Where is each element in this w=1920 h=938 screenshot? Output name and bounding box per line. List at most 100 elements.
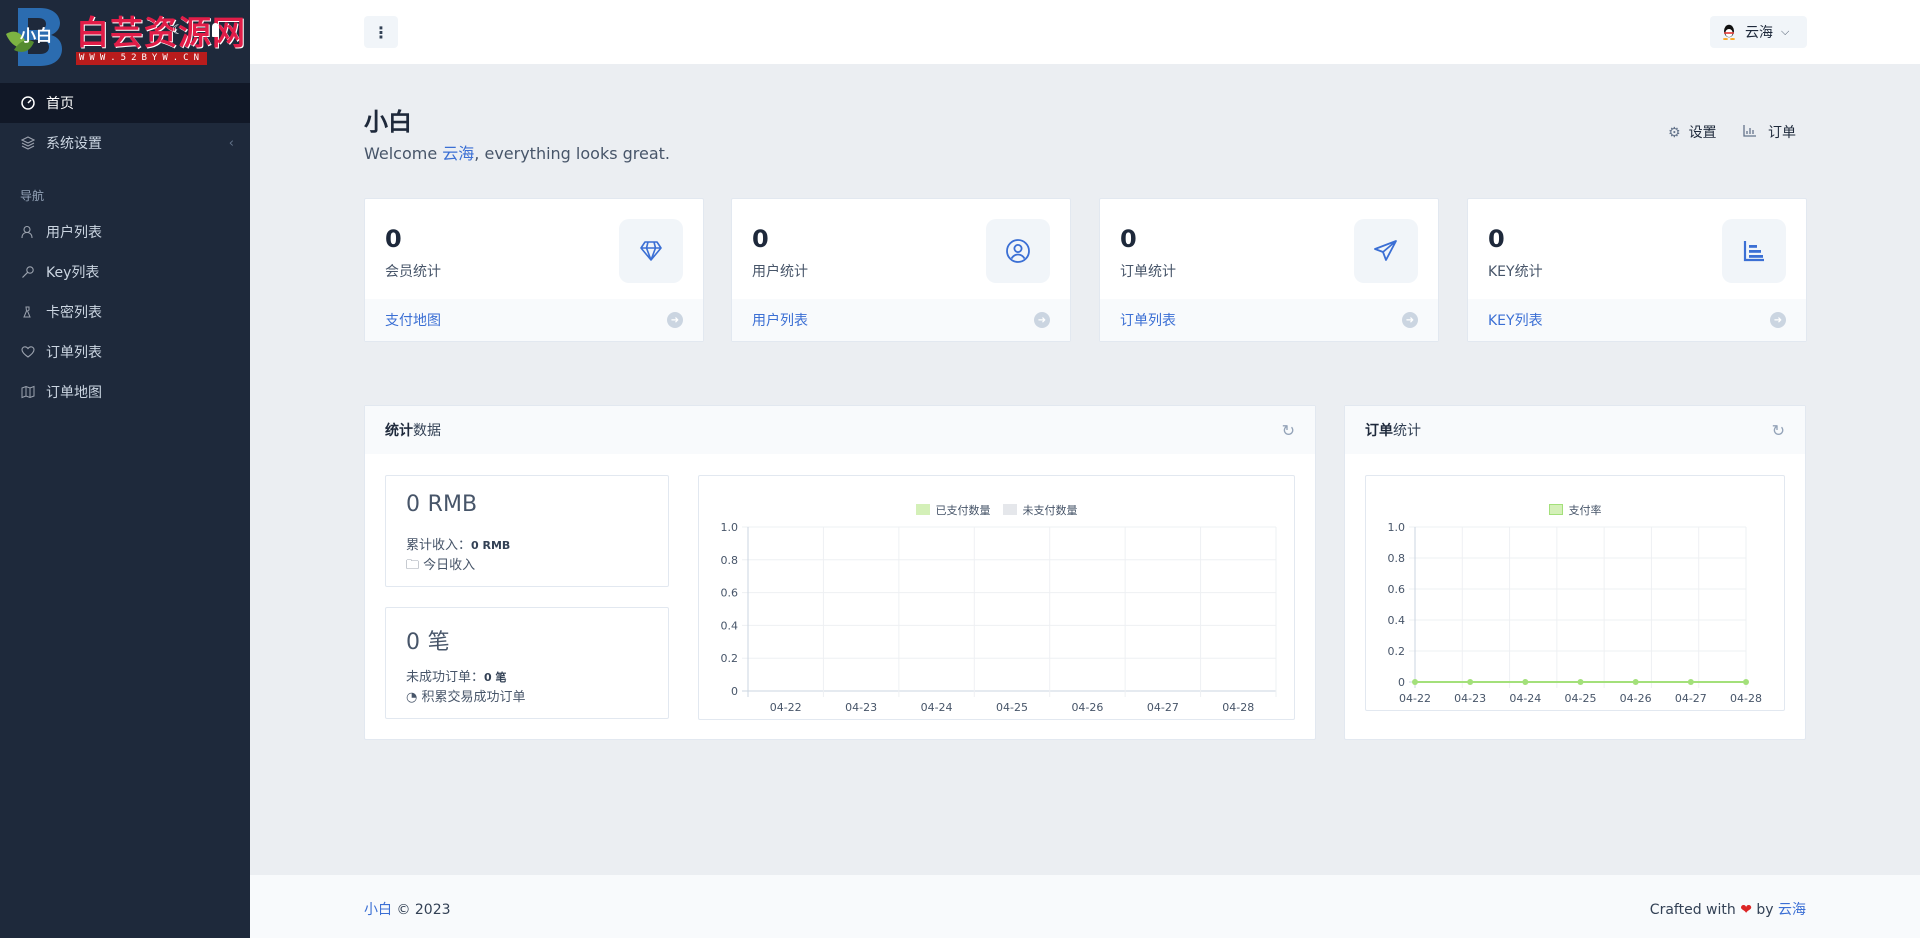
orders-label: 订单 (1768, 125, 1797, 141)
panel-statistics: 统计数据 ↻ 0 RMB 累计收入：0 RMB 🗀 今日收入 0 笔 未成功订单… (364, 405, 1316, 740)
settings-label: 设置 (1688, 125, 1717, 141)
heart-icon (20, 344, 36, 360)
stat-card-keys: 0 KEY统计 KEY列表 ➜ (1467, 198, 1807, 342)
orders-failed-value: 0 笔 (484, 671, 507, 684)
refresh-icon[interactable]: ↻ (1282, 421, 1295, 440)
footer-crafted-text: Crafted with (1649, 902, 1741, 918)
sidebar-item-system-settings[interactable]: 系统设置 ‹ (0, 123, 250, 163)
sidebar-item-orders[interactable]: 订单列表 (0, 332, 250, 372)
sidebar-item-cards[interactable]: 卡密列表 (0, 292, 250, 332)
stat-footer[interactable]: 订单列表 ➜ (1100, 299, 1438, 341)
sidebar-item-label: 订单地图 (46, 385, 102, 401)
x-tick-label: 04-24 (1509, 692, 1541, 705)
orders-failed-label: 未成功订单： (406, 670, 485, 685)
panel-header: 订单统计 ↻ (1345, 406, 1805, 454)
stat-link[interactable]: 用户列表 (752, 310, 808, 330)
menu-toggle-button[interactable]: ⋮ (364, 16, 398, 48)
welcome-user-link[interactable]: 云海 (442, 144, 474, 163)
x-tick-label: 04-23 (1454, 692, 1486, 705)
y-tick-label: 0.2 (721, 652, 739, 665)
stat-link[interactable]: 订单列表 (1120, 310, 1176, 330)
y-tick-label: 0.6 (1388, 583, 1406, 596)
hero-actions: ⚙ 设置 订单 (1668, 122, 1796, 142)
stat-label: 订单统计 (1120, 264, 1176, 280)
refresh-icon[interactable]: ↻ (1772, 421, 1785, 440)
chart-payments: 已支付数量 未支付数量 0 0.2 0.4 0.6 0.8 1.0 04-22 04-23 04… (698, 475, 1295, 720)
welcome-suffix: , everything looks great. (474, 144, 671, 163)
y-tick-label: 0.4 (721, 619, 739, 632)
user-icon (20, 224, 36, 240)
paper-plane-icon (1354, 219, 1418, 283)
stat-card-users: 0 用户统计 用户列表 ➜ (731, 198, 1071, 342)
top-header: ⋮ 云海 ⌵ (250, 0, 1920, 64)
stat-label: 会员统计 (385, 264, 441, 280)
orders-unit: 笔 (427, 630, 450, 655)
arrow-right-icon[interactable]: ➜ (1770, 312, 1786, 328)
page-title: 小白 (364, 108, 412, 136)
data-point (1522, 679, 1529, 685)
logo-area: 小白 白芸资源网 WWW.52BYW.CN ☾ (0, 0, 250, 66)
revenue-total-value: 0 RMB (471, 539, 511, 552)
y-tick-label: 0.6 (721, 587, 739, 600)
stat-footer[interactable]: 支付地图 ➜ (365, 299, 703, 341)
stat-footer[interactable]: KEY列表 ➜ (1468, 299, 1806, 341)
panel-order-stats: 订单统计 ↻ 支付率 0 0.2 0.4 0.6 0.8 1.0 04-22 04-23 04-… (1344, 405, 1806, 740)
folder-icon: 🗀 (406, 558, 420, 573)
orders-number: 0 (406, 630, 420, 655)
stat-label: KEY统计 (1488, 264, 1543, 280)
footer-brand-link[interactable]: 小白 (364, 902, 392, 918)
x-tick-label: 04-27 (1147, 701, 1179, 714)
brand-title[interactable]: 小白 (20, 22, 52, 46)
footer-copyright-text: © 2023 (392, 902, 451, 918)
footer-author-link[interactable]: 云海 (1778, 902, 1806, 918)
arrow-right-icon[interactable]: ➜ (1402, 312, 1418, 328)
y-tick-label: 0 (731, 685, 738, 698)
stat-card-orders: 0 订单统计 订单列表 ➜ (1099, 198, 1439, 342)
gauge-icon: ◔ (406, 690, 418, 705)
orders-failed: 未成功订单：0 笔 (406, 666, 507, 685)
data-point (1743, 679, 1749, 685)
sidebar-item-label: 系统设置 (46, 136, 102, 152)
panel-title: 订单统计 (1365, 420, 1421, 440)
revenue-unit: RMB (427, 492, 478, 517)
revenue-today: 🗀 今日收入 (406, 554, 475, 578)
sidebar-item-keys[interactable]: Key列表 (0, 252, 250, 292)
x-tick-label: 04-23 (845, 701, 877, 714)
orders-button[interactable]: 订单 (1742, 122, 1797, 142)
panel-title-rest: 统计 (1393, 423, 1421, 439)
chess-pawn-icon (20, 304, 36, 320)
revenue-number: 0 (406, 492, 420, 517)
stat-footer[interactable]: 用户列表 ➜ (732, 299, 1070, 341)
sidebar-item-label: Key列表 (46, 265, 100, 281)
panel-title: 统计数据 (385, 420, 441, 440)
footer: 小白 © 2023 Crafted with ❤ by 云海 (250, 875, 1920, 938)
nav-heading: 导航 (20, 189, 45, 203)
panel-header: 统计数据 ↻ (365, 406, 1315, 454)
moon-icon[interactable]: ☾ (172, 23, 184, 38)
y-tick-label: 0.8 (721, 554, 739, 567)
revenue-total: 累计收入：0 RMB (406, 534, 510, 553)
user-circle-icon (986, 219, 1050, 283)
panel-title-bold: 统计 (385, 423, 413, 439)
sidebar-item-order-map[interactable]: 订单地图 (0, 372, 250, 412)
revenue-value: 0 RMB (406, 492, 477, 517)
sidebar-item-users[interactable]: 用户列表 (0, 212, 250, 252)
arrow-right-icon[interactable]: ➜ (1034, 312, 1050, 328)
stat-link[interactable]: KEY列表 (1488, 310, 1543, 330)
x-tick-label: 04-25 (1565, 692, 1597, 705)
sidebar-item-home[interactable]: 首页 (0, 83, 250, 123)
stat-link[interactable]: 支付地图 (385, 310, 441, 330)
chart-svg: 0 0.2 0.4 0.6 0.8 1.0 04-22 04-23 04-24 04-25 04-2… (1388, 521, 1762, 705)
user-dropdown-button[interactable]: 云海 ⌵ (1710, 16, 1807, 48)
y-tick-label: 0.4 (1388, 614, 1406, 627)
pin-icon[interactable] (212, 23, 219, 37)
data-point (1467, 679, 1474, 685)
footer-credits: Crafted with ❤ by 云海 (1650, 899, 1806, 919)
data-point (1632, 679, 1639, 685)
sidebar-item-label: 订单列表 (46, 345, 102, 361)
settings-button[interactable]: ⚙ 设置 (1668, 122, 1717, 142)
sidebar-item-label: 用户列表 (46, 225, 102, 241)
x-tick-label: 04-24 (921, 701, 953, 714)
y-tick-label: 1.0 (1388, 521, 1406, 534)
arrow-right-icon[interactable]: ➜ (667, 312, 683, 328)
